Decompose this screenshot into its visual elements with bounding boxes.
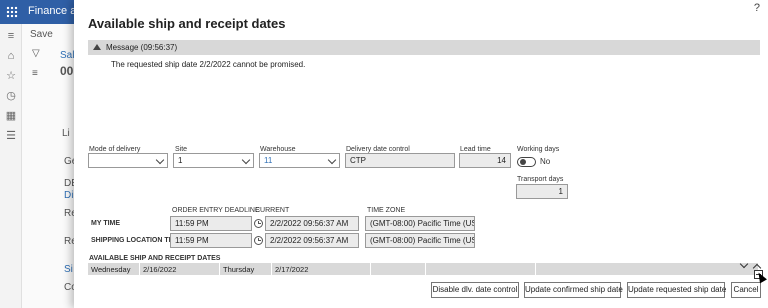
receipt-day-cell: Thursday <box>220 263 272 275</box>
time-zone-header: TIME ZONE <box>367 207 406 214</box>
my-time-timezone-value: (GMT-08:00) Pacific Time (US & ... <box>370 219 474 228</box>
clock-icon <box>254 236 263 245</box>
current-header: CURRENT <box>255 207 290 214</box>
warehouse-select[interactable]: 11 <box>259 153 340 168</box>
available-dates-title: AVAILABLE SHIP AND RECEIPT DATES <box>89 255 221 262</box>
my-time-timezone-field[interactable]: (GMT-08:00) Pacific Time (US & ... <box>365 216 475 231</box>
shipping-deadline-field[interactable]: 11:59 PM <box>170 233 252 248</box>
warehouse-label: Warehouse <box>260 146 296 153</box>
site-label: Site <box>175 146 188 153</box>
save-button[interactable]: Save <box>30 29 53 40</box>
warehouse-value: 11 <box>264 156 273 165</box>
empty-cell <box>426 263 536 275</box>
help-icon[interactable]: ? <box>754 2 760 14</box>
home-icon[interactable]: ⌂ <box>5 50 17 62</box>
available-dates-grid: Wednesday 2/16/2022 Thursday 2/17/2022 <box>88 263 758 275</box>
lead-time-label: Lead time <box>460 146 491 153</box>
left-nav-rail: ≡ ⌂ ☆ ◷ ▦ ☰ <box>0 24 22 308</box>
lines-icon[interactable]: ≡ <box>32 68 38 79</box>
ship-day-cell: Wednesday <box>88 263 140 275</box>
workspace-icon[interactable]: ▦ <box>5 110 17 122</box>
shipping-location-time-label: SHIPPING LOCATION TIME <box>91 237 182 244</box>
section-header: Li <box>62 128 70 139</box>
app-top-bar: Finance and <box>0 0 89 24</box>
message-text: The requested ship date 2/2/2022 cannot … <box>111 60 306 69</box>
lead-time-value: 14 <box>497 156 506 165</box>
bg-link[interactable]: Di <box>64 190 73 201</box>
disable-dlv-date-control-button[interactable]: Disable dlv. date control <box>431 282 519 298</box>
update-requested-ship-date-button[interactable]: Update requested ship date <box>627 282 726 298</box>
shipping-timezone-value: (GMT-08:00) Pacific Time (US & ... <box>370 236 474 245</box>
toggle-knob <box>520 159 526 165</box>
site-select[interactable]: 1 <box>173 153 254 168</box>
mode-of-delivery-select[interactable] <box>88 153 168 168</box>
my-time-current-field[interactable]: 2/2/2022 09:56:37 AM <box>265 216 359 231</box>
transport-days-label: Transport days <box>517 176 564 183</box>
message-bar[interactable]: Message (09:56:37) <box>88 40 760 55</box>
shipping-timezone-field[interactable]: (GMT-08:00) Pacific Time (US & ... <box>365 233 475 248</box>
filter-icon[interactable]: ▽ <box>32 48 40 59</box>
my-time-label: MY TIME <box>91 220 121 227</box>
delivery-date-control-value: CTP <box>350 156 366 165</box>
my-time-deadline-value: 11:59 PM <box>175 219 209 228</box>
collapse-triangle-icon[interactable] <box>93 44 101 50</box>
working-days-value: No <box>540 157 551 166</box>
empty-cell <box>371 263 426 275</box>
message-header: Message (09:56:37) <box>106 43 178 52</box>
chevron-down-icon <box>155 155 165 165</box>
working-days-toggle[interactable] <box>517 157 536 167</box>
hamburger-icon[interactable]: ≡ <box>5 30 17 42</box>
bg-link[interactable]: Si <box>64 264 73 275</box>
lead-time-field[interactable]: 14 <box>459 153 511 168</box>
record-id: 00 <box>60 64 74 78</box>
my-time-deadline-field[interactable]: 11:59 PM <box>170 216 252 231</box>
waffle-icon[interactable] <box>6 6 18 18</box>
shipping-deadline-value: 11:59 PM <box>175 236 209 245</box>
dialog-title: Available ship and receipt dates <box>88 16 286 31</box>
cancel-button[interactable]: Cancel <box>731 282 761 298</box>
transport-days-value: 1 <box>558 187 563 196</box>
transport-days-field[interactable]: 1 <box>516 184 568 199</box>
order-entry-deadline-header: ORDER ENTRY DEADLINE <box>172 207 260 214</box>
chevron-down-icon <box>327 155 337 165</box>
recent-icon[interactable]: ◷ <box>5 90 17 102</box>
shipping-current-value: 2/2/2022 09:56:37 AM <box>270 236 349 245</box>
my-time-current-value: 2/2/2022 09:56:37 AM <box>270 219 349 228</box>
site-value: 1 <box>178 156 183 165</box>
star-icon[interactable]: ☆ <box>5 70 17 82</box>
background-page: Save ▽ ≡ Sale 00 Li Ge DE Di Re Re Si Co <box>22 24 80 308</box>
clock-icon <box>254 219 263 228</box>
update-confirmed-ship-date-button[interactable]: Update confirmed ship date <box>524 282 623 298</box>
ship-date-cell: 2/16/2022 <box>140 263 220 275</box>
receipt-date-cell: 2/17/2022 <box>272 263 371 275</box>
working-days-label: Working days <box>517 146 560 153</box>
mode-of-delivery-label: Mode of delivery <box>89 146 141 153</box>
shipping-current-field[interactable]: 2/2/2022 09:56:37 AM <box>265 233 359 248</box>
delivery-date-control-label: Delivery date control <box>346 146 410 153</box>
list-icon[interactable]: ☰ <box>5 130 17 142</box>
chevron-down-icon <box>241 155 251 165</box>
delivery-date-control-field[interactable]: CTP <box>345 153 455 168</box>
